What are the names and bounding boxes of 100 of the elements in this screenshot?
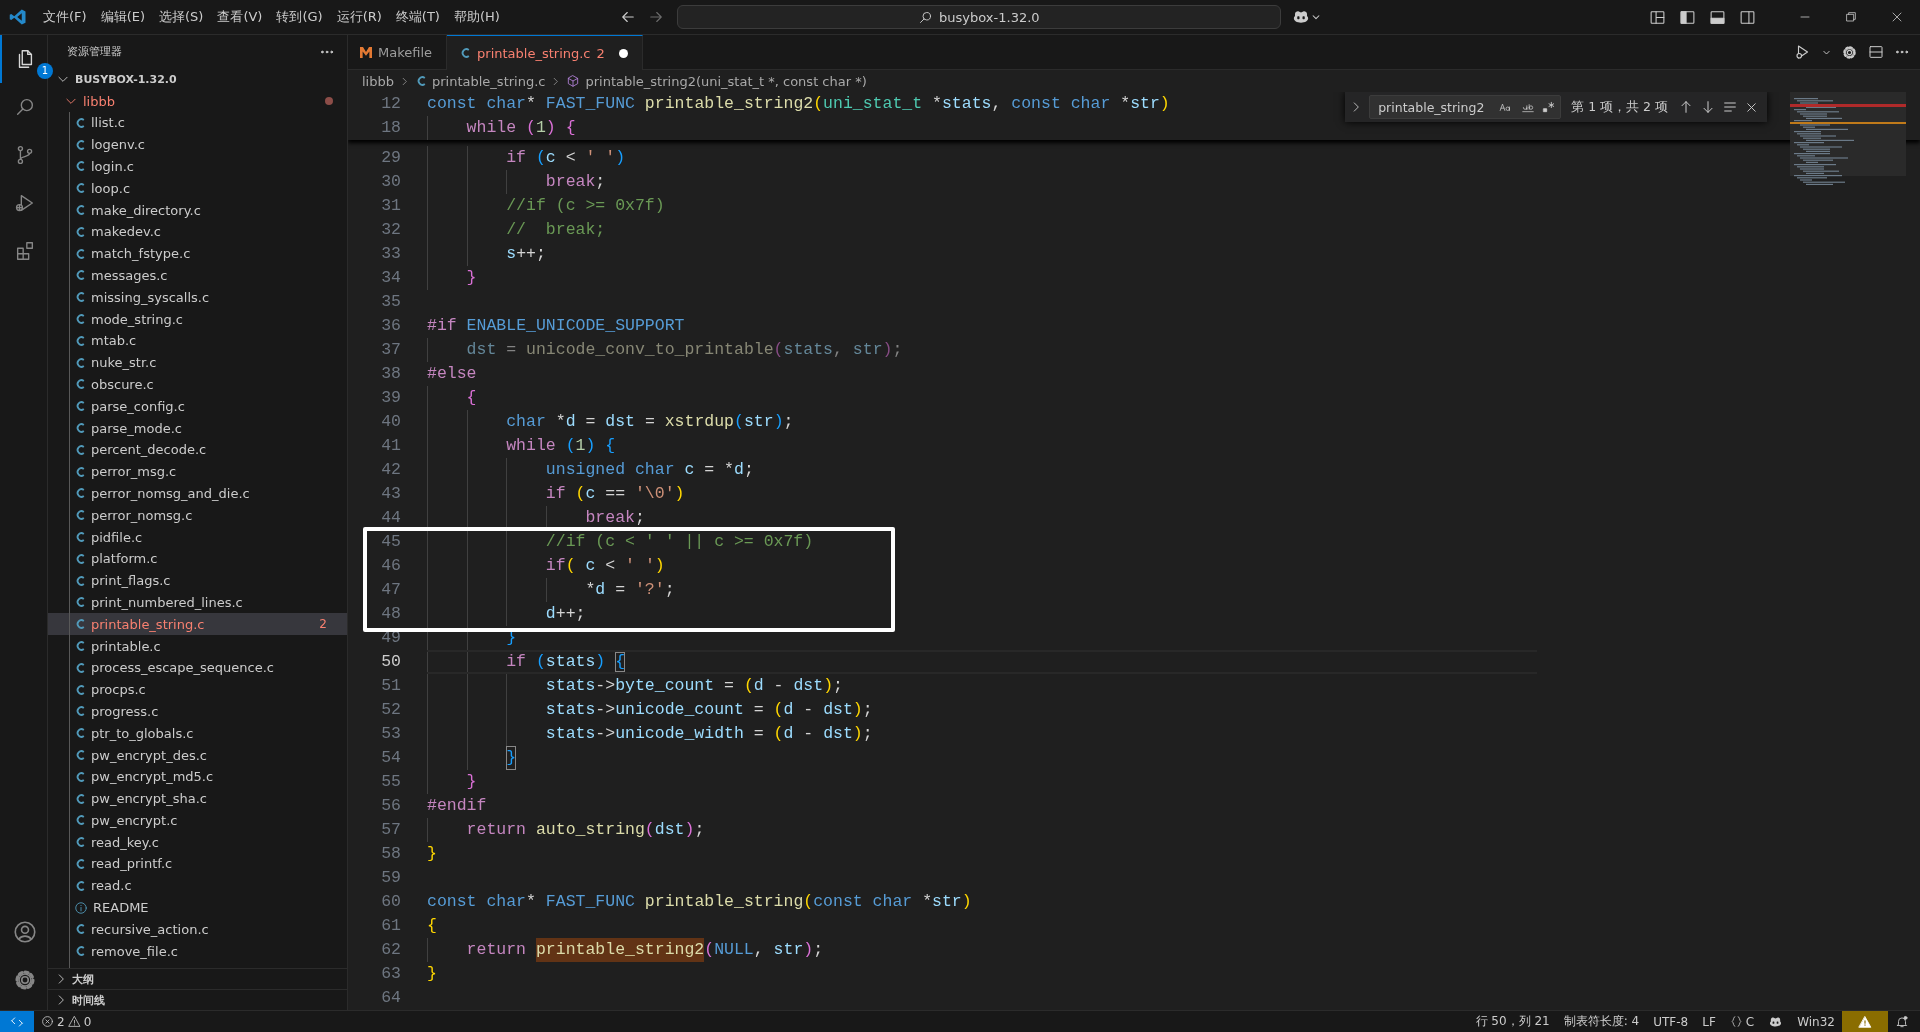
code-line: break;	[427, 170, 897, 194]
file-item[interactable]: makedev.c	[48, 221, 347, 243]
arrow-up-icon[interactable]	[1678, 99, 1694, 115]
file-item[interactable]: progress.c	[48, 700, 347, 723]
file-item[interactable]: obscure.c	[48, 373, 347, 396]
menu-item[interactable]: 转到(G)	[269, 6, 330, 28]
file-item[interactable]: read.c	[48, 874, 347, 897]
warning-button[interactable]	[1842, 1010, 1888, 1032]
braces-icon	[1729, 1015, 1743, 1028]
file-item[interactable]: pw_encrypt.c	[48, 809, 347, 832]
bell-icon[interactable]	[1895, 1014, 1909, 1029]
problems-button[interactable]: 2 0	[34, 1010, 99, 1032]
breadcrumb-item[interactable]: libbb	[362, 73, 394, 89]
menu-item[interactable]: 编辑(E)	[93, 6, 152, 28]
status-item[interactable]: 行 50，列 21	[1468, 1010, 1557, 1032]
file-item[interactable]: remove_file.c	[48, 940, 347, 963]
split-editor-icon[interactable]	[1868, 44, 1884, 60]
menu-item[interactable]: 文件(F)	[36, 6, 94, 28]
file-item[interactable]: perror_nomsg.c	[48, 504, 347, 527]
file-item[interactable]: match_fstype.c	[48, 242, 347, 265]
file-item[interactable]: llist.c	[48, 112, 347, 134]
file-item[interactable]: ptr_to_globals.c	[48, 722, 347, 745]
file-item[interactable]: platform.c	[48, 547, 347, 570]
section-header[interactable]: 大纲	[48, 968, 347, 989]
file-item[interactable]: parse_mode.c	[48, 417, 347, 439]
line-number: 48	[380, 603, 402, 625]
line-number: 37	[380, 339, 402, 361]
file-item[interactable]: pw_encrypt_des.c	[48, 744, 347, 766]
language-button[interactable]: C	[1722, 1010, 1762, 1032]
editor-tab[interactable]: printable_string.c 2	[447, 35, 643, 70]
file-item[interactable]: make_directory.c	[48, 199, 347, 221]
code-line: }	[427, 746, 897, 770]
restore-icon[interactable]	[1843, 9, 1859, 25]
secondary-sidebar-icon[interactable]	[1738, 8, 1756, 26]
panel-toggle-icon[interactable]	[1708, 8, 1726, 26]
status-item[interactable]: 制表符长度: 4	[1556, 1010, 1647, 1032]
file-item[interactable]: nuke_str.c	[48, 351, 347, 374]
sidebar-toggle-icon[interactable]	[1678, 8, 1696, 26]
file-item[interactable]: percent_decode.c	[48, 438, 347, 461]
breadcrumb-item[interactable]: printable_string.c	[432, 73, 546, 89]
c-file-icon	[74, 246, 86, 261]
c-file-icon	[74, 857, 86, 871]
file-item[interactable]: loop.c	[48, 177, 347, 200]
c-file-icon	[74, 203, 86, 218]
find-field[interactable]: printable_string2	[1369, 95, 1562, 119]
file-item[interactable]: perror_nomsg_and_die.c	[48, 482, 347, 505]
file-item[interactable]: pw_encrypt_md5.c	[48, 765, 347, 788]
file-item[interactable]: print_flags.c	[48, 569, 347, 592]
account-icon[interactable]	[11, 919, 38, 945]
settings-icon[interactable]	[1841, 43, 1858, 61]
menu-item[interactable]: 终端(T)	[388, 6, 447, 28]
file-item[interactable]: parse_config.c	[48, 395, 347, 418]
breadcrumb-item[interactable]: printable_string2(uni_stat_t *, const char *)	[585, 73, 867, 89]
c-file-icon	[74, 944, 86, 959]
menu-item[interactable]: 运行(R)	[329, 6, 389, 28]
file-item[interactable]: pidfile.c	[48, 526, 347, 548]
c-file-icon	[74, 682, 86, 697]
caret-icon[interactable]	[1310, 12, 1321, 22]
code-line: stats->unicode_width = (d - dst);	[427, 722, 897, 746]
c-file-icon	[74, 486, 86, 501]
file-item[interactable]: printable_string.c 2	[48, 613, 347, 636]
file-item[interactable]: read_key.c	[48, 831, 347, 854]
file-item[interactable]: missing_syscalls.c	[48, 286, 347, 309]
find-in-selection-icon[interactable]	[1722, 99, 1738, 115]
arrow-down-icon[interactable]	[1700, 99, 1716, 115]
status-item[interactable]: Win32	[1790, 1010, 1842, 1032]
line-number: 12	[380, 93, 402, 115]
code-line: //if (c < ' ' || c >= 0x7f)	[427, 530, 897, 554]
file-item[interactable]: process_escape_sequence.c	[48, 656, 347, 679]
status-item[interactable]: UTF-8	[1646, 1010, 1696, 1032]
line-number: 44	[380, 507, 402, 529]
file-item[interactable]: mtab.c	[48, 329, 347, 352]
layout-icon[interactable]	[1648, 8, 1666, 26]
file-item[interactable]: messages.c	[48, 264, 347, 287]
notification-badge: 1	[37, 63, 53, 79]
line-number: 38	[380, 363, 402, 385]
file-item[interactable]: printable.c	[48, 635, 347, 657]
menu-item[interactable]: 帮助(H)	[446, 6, 507, 28]
file-item[interactable]: read_printf.c	[48, 853, 347, 875]
code-line: d++;	[427, 602, 897, 626]
file-item[interactable]: login.c	[48, 155, 347, 178]
code-line: unsigned char c = *d;	[427, 458, 897, 482]
file-item[interactable]: perror_msg.c	[48, 460, 347, 483]
file-item[interactable]: procps.c	[48, 678, 347, 701]
line-number: 45	[380, 531, 402, 553]
regex-icon[interactable]	[1542, 100, 1557, 114]
file-item[interactable]: README	[48, 896, 347, 919]
run-debug-icon[interactable]	[13, 192, 36, 214]
status-item[interactable]: LF	[1695, 1010, 1723, 1032]
file-item[interactable]: recursive_action.c	[48, 918, 347, 941]
command-center-search[interactable]: busybox-1.32.0	[676, 5, 1281, 29]
file-item[interactable]: logenv.c	[48, 133, 347, 156]
file-item[interactable]: mode_string.c	[48, 308, 347, 330]
file-item[interactable]: pw_encrypt_sha.c	[48, 787, 347, 810]
folder-row[interactable]: libbb	[48, 90, 347, 112]
menu-item[interactable]: 选择(S)	[152, 6, 211, 28]
remote-button[interactable]	[0, 1010, 34, 1032]
menu-item[interactable]: 查看(V)	[210, 6, 270, 28]
file-item[interactable]: print_numbered_lines.c	[48, 591, 347, 614]
code-line: return auto_string(dst);	[427, 818, 897, 842]
